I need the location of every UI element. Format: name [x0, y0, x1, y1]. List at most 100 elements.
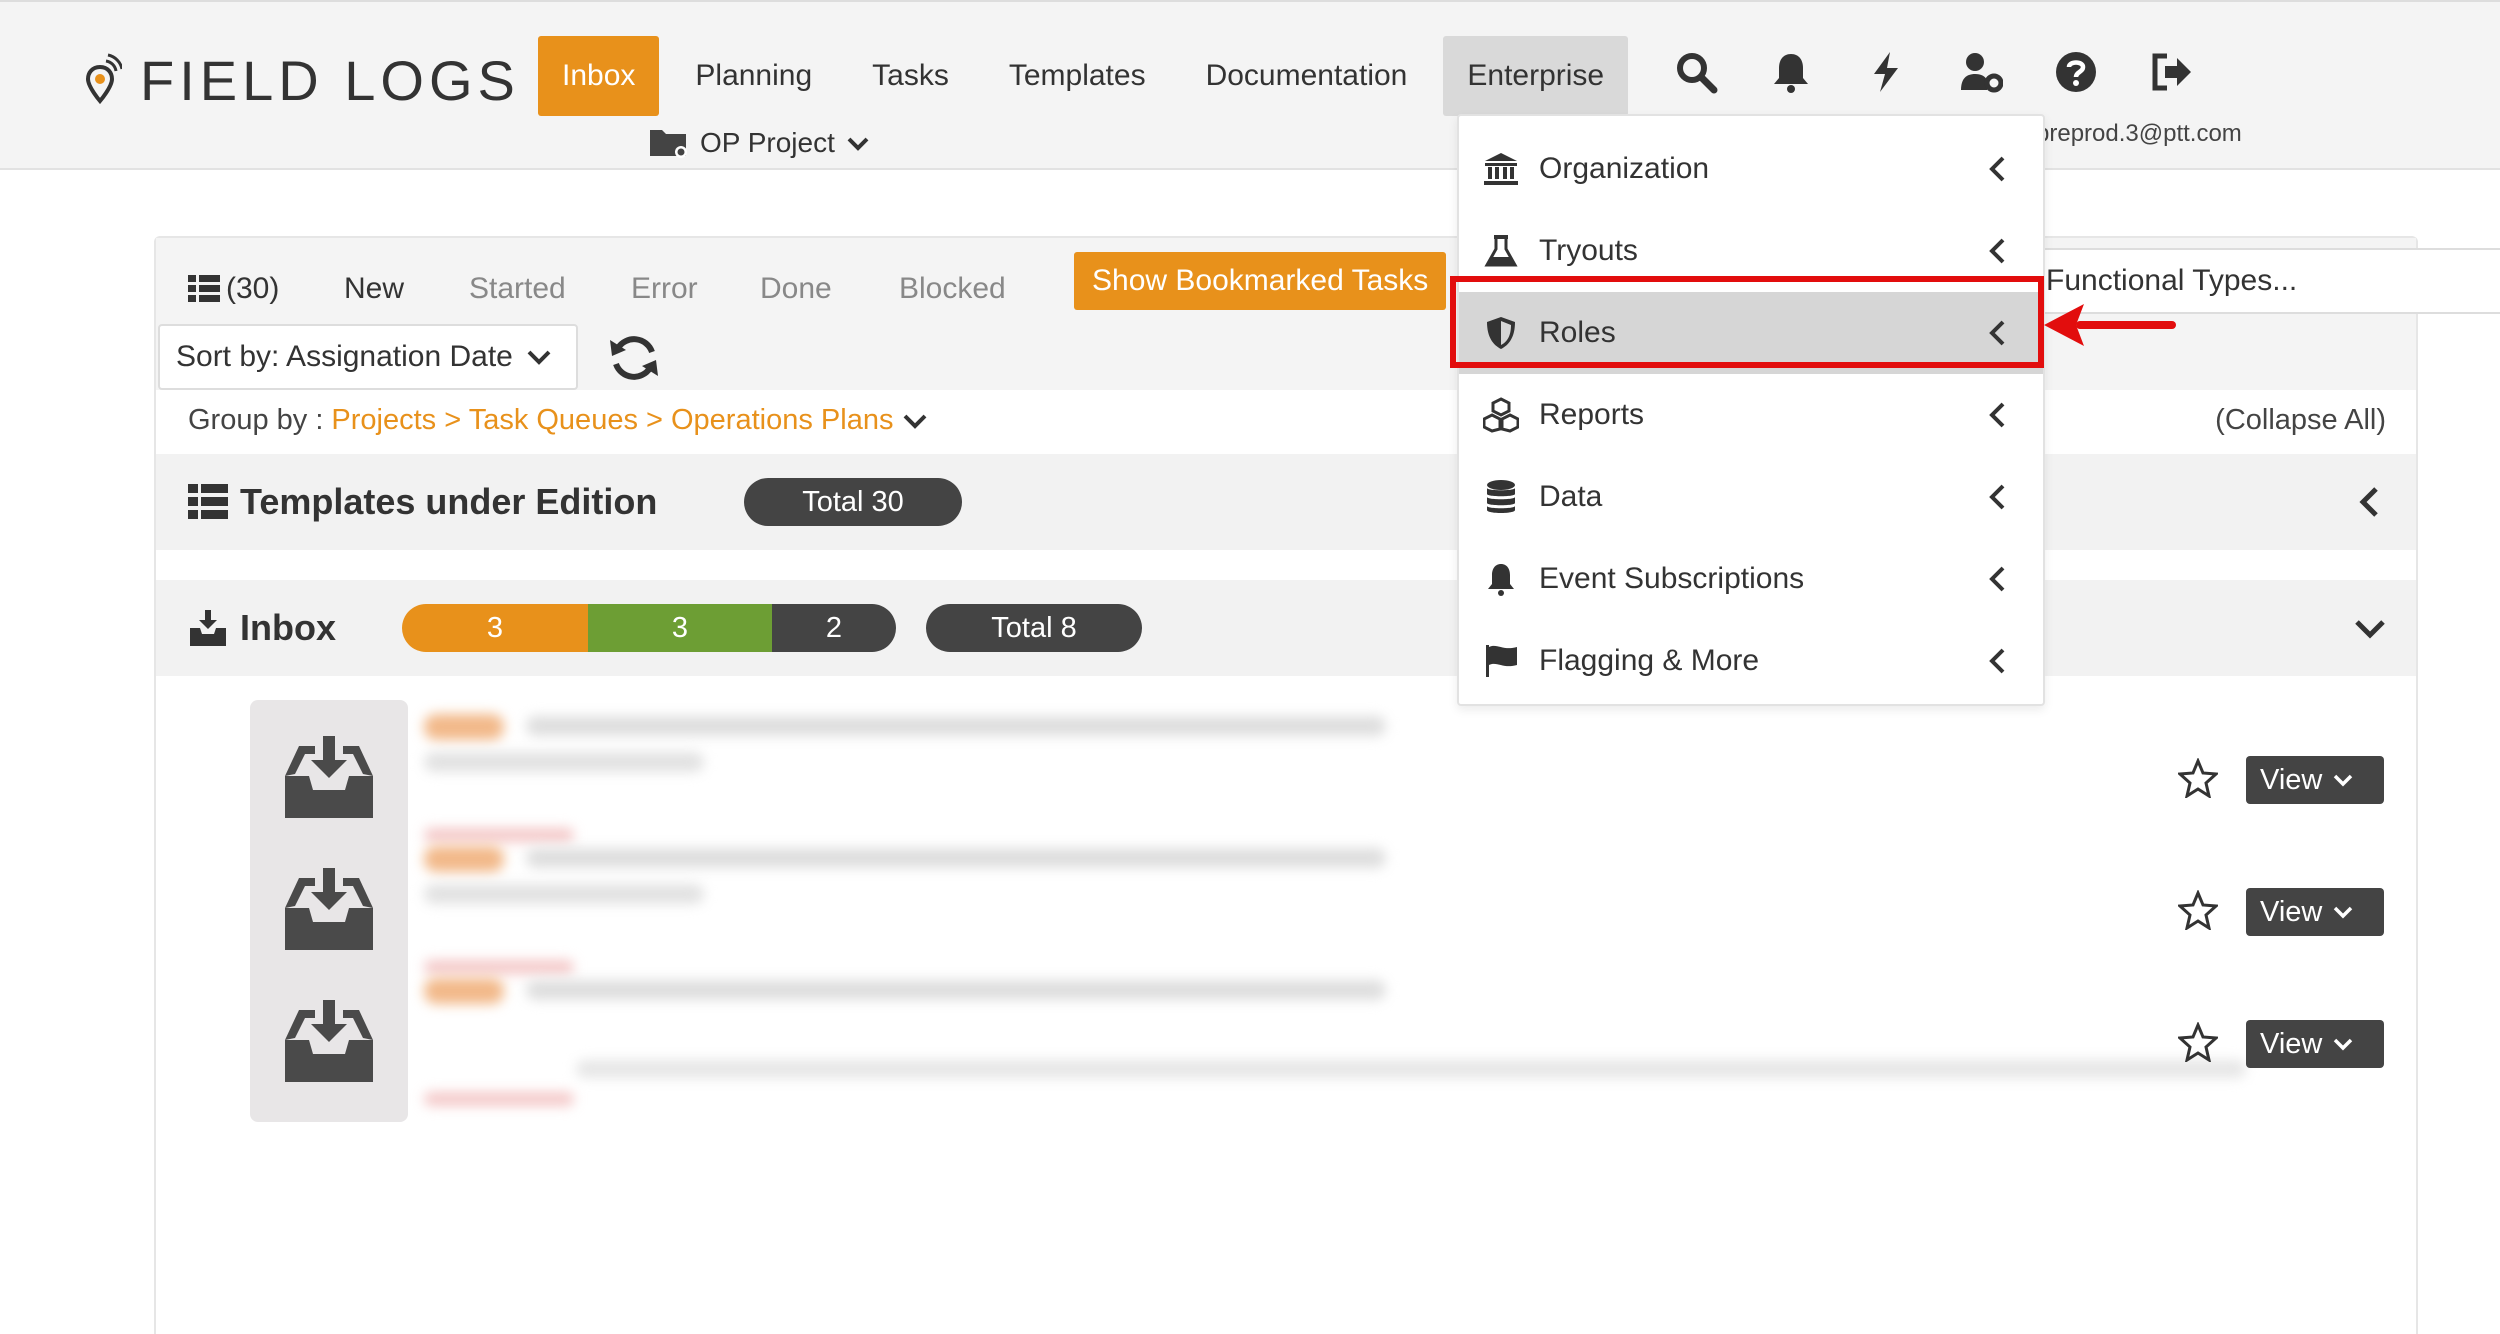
annotation-arrow-icon: [2044, 304, 2176, 346]
bank-icon: [1481, 149, 1521, 189]
bell-icon[interactable]: [1765, 46, 1817, 98]
menu-item-label: Organization: [1539, 152, 1710, 185]
section-inbox[interactable]: Inbox 3 3 2 Total 8: [156, 580, 2416, 676]
blurred-content: [424, 846, 504, 872]
logout-icon[interactable]: [2145, 46, 2197, 98]
chevron-down-icon: [527, 350, 551, 365]
inbox-total-badge: Total 8: [926, 604, 1142, 652]
nav-planning[interactable]: Planning: [671, 36, 836, 116]
blurred-content: [576, 1060, 2246, 1078]
view-button-label: View: [2260, 763, 2323, 796]
blurred-content: [526, 716, 1386, 736]
task-row[interactable]: View: [156, 964, 2416, 1124]
chevron-left-icon: [1989, 156, 2005, 182]
blurred-content: [526, 848, 1386, 868]
tab-list-all[interactable]: (30): [188, 256, 280, 330]
tab-started[interactable]: Started: [469, 256, 566, 322]
menu-item-label: Flagging & More: [1539, 644, 1760, 677]
chevron-down-icon: [2334, 1038, 2353, 1051]
group-by-label: Group by :: [188, 404, 324, 436]
cubes-icon: [1481, 395, 1521, 435]
menu-item-label: Event Subscriptions: [1539, 562, 1805, 595]
search-icon[interactable]: [1670, 46, 1722, 98]
chevron-left-icon: [1989, 238, 2005, 264]
bookmark-star-icon[interactable]: [2178, 890, 2218, 930]
section-title: Inbox: [188, 607, 336, 649]
inbox-download-icon: [285, 1000, 373, 1082]
menu-item-reports[interactable]: Reports: [1459, 374, 2043, 456]
menu-item-event-subscriptions[interactable]: Event Subscriptions: [1459, 538, 2043, 620]
chevron-down-icon: [2334, 774, 2353, 787]
sort-by-select[interactable]: Sort by: Assignation Date: [158, 324, 578, 390]
templates-total-badge: Total 30: [744, 478, 962, 526]
chevron-down-icon: [847, 137, 869, 151]
menu-item-data[interactable]: Data: [1459, 456, 2043, 538]
chevron-down-icon: [904, 414, 927, 429]
inbox-download-icon: [285, 736, 373, 818]
section-title-text: Templates under Edition: [240, 481, 658, 522]
chevron-left-icon: [1989, 484, 2005, 510]
location-pin-icon: [85, 53, 122, 104]
main-nav: Inbox Planning Tasks Templates Documenta…: [538, 36, 1640, 116]
count-started: 3: [588, 604, 772, 652]
nav-documentation[interactable]: Documentation: [1182, 36, 1432, 116]
inbox-status-counts: 3 3 2: [402, 604, 896, 652]
menu-item-flagging-more[interactable]: Flagging & More: [1459, 620, 2043, 702]
database-icon: [1481, 477, 1521, 517]
tab-new-label: New: [344, 272, 405, 305]
group-by-path[interactable]: Projects > Task Queues > Operations Plan…: [331, 404, 893, 437]
bolt-icon[interactable]: [1860, 46, 1912, 98]
bookmark-star-icon[interactable]: [2178, 758, 2218, 798]
chevron-left-icon: [1989, 566, 2005, 592]
blurred-content: [424, 752, 704, 772]
nav-inbox[interactable]: Inbox: [538, 36, 660, 116]
flask-icon: [1481, 231, 1521, 271]
menu-item-organization[interactable]: Organization: [1459, 128, 2043, 210]
brand-logo[interactable]: FIELD LOGS: [78, 48, 520, 113]
tab-done[interactable]: Done: [760, 256, 832, 322]
count-other: 2: [772, 604, 896, 652]
menu-item-label: Tryouts: [1539, 234, 1638, 267]
show-bookmarked-tasks-button[interactable]: Show Bookmarked Tasks: [1074, 252, 1447, 310]
view-button-label: View: [2260, 1027, 2323, 1060]
nav-templates[interactable]: Templates: [985, 36, 1170, 116]
list-icon: [188, 484, 228, 519]
refresh-icon[interactable]: [606, 330, 662, 386]
bell-icon: [1481, 559, 1521, 599]
highlight-box: [1450, 276, 2044, 368]
section-templates-under-edition[interactable]: Templates under Edition Total 30: [156, 454, 2416, 550]
tab-list-count: (30): [226, 272, 280, 305]
chevron-down-icon[interactable]: [2352, 610, 2388, 646]
tab-blocked[interactable]: Blocked: [899, 256, 1006, 322]
nav-tasks[interactable]: Tasks: [848, 36, 973, 116]
blurred-content: [526, 980, 1386, 1000]
view-button[interactable]: View: [2246, 756, 2384, 804]
count-new: 3: [402, 604, 588, 652]
view-button[interactable]: View: [2246, 1020, 2384, 1068]
tab-new[interactable]: New: [344, 256, 405, 330]
group-by[interactable]: Group by : Projects > Task Queues > Oper…: [188, 404, 929, 437]
collapse-all-link[interactable]: (Collapse All): [2215, 404, 2386, 437]
section-title: Templates under Edition: [188, 481, 657, 523]
blurred-content: [424, 978, 504, 1004]
view-button[interactable]: View: [2246, 888, 2384, 936]
chevron-left-icon: [1989, 402, 2005, 428]
help-icon[interactable]: [2050, 46, 2102, 98]
inbox-download-icon: [190, 610, 226, 646]
folder-settings-icon: [650, 130, 687, 158]
header-actions: [1670, 46, 2240, 98]
flag-icon: [1481, 641, 1521, 681]
menu-item-label: Reports: [1539, 398, 1645, 431]
nav-enterprise[interactable]: Enterprise: [1443, 36, 1629, 116]
user-email: preprod.3@ptt.com: [2036, 120, 2242, 147]
tab-error[interactable]: Error: [631, 256, 698, 322]
project-selector[interactable]: OP Project: [648, 126, 881, 160]
user-settings-icon[interactable]: [1955, 46, 2007, 98]
bookmark-star-icon[interactable]: [2178, 1022, 2218, 1062]
brand-name: FIELD LOGS: [140, 49, 520, 112]
menu-item-label: Data: [1539, 480, 1603, 513]
blurred-content: [424, 714, 504, 740]
project-label: OP Project: [700, 127, 835, 158]
chevron-left-icon[interactable]: [2352, 484, 2388, 520]
top-header: FIELD LOGS Inbox Planning Tasks Template…: [0, 0, 2500, 170]
